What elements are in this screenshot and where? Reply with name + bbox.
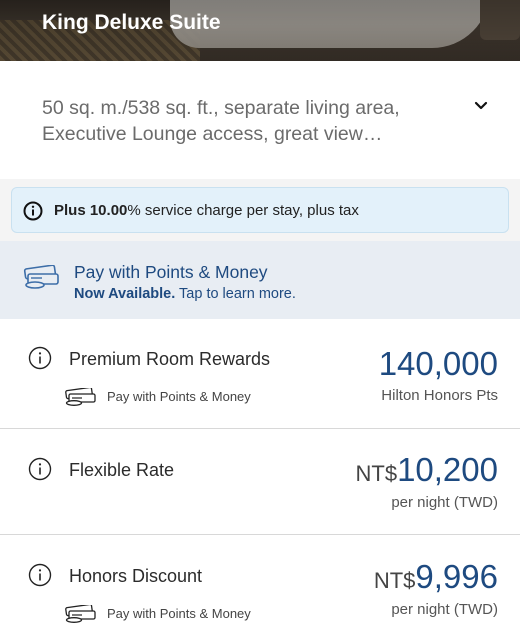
currency-prefix: NT$ bbox=[373, 568, 416, 593]
room-title: King Deluxe Suite bbox=[42, 11, 221, 34]
rate-name: Honors Discount bbox=[69, 566, 203, 586]
points-money-banner[interactable]: Pay with Points & Money Now Available. T… bbox=[0, 241, 520, 319]
info-icon[interactable] bbox=[28, 563, 52, 587]
service-charge-text: Plus 10.00% service charge per stay, plu… bbox=[54, 202, 359, 219]
info-icon[interactable] bbox=[28, 457, 52, 481]
rate-price: NT$9,996 bbox=[374, 558, 498, 596]
rate-row-flexible-rate[interactable]: Flexible Rate NT$10,200 per night (TWD) bbox=[0, 429, 520, 535]
rate-amount: 9,996 bbox=[415, 558, 498, 595]
info-icon bbox=[23, 201, 43, 221]
pay-points-money-label: Pay with Points & Money bbox=[107, 606, 251, 621]
points-money-subtitle: Now Available. Tap to learn more. bbox=[74, 286, 296, 302]
points-money-title: Pay with Points & Money bbox=[74, 262, 268, 282]
rate-amount: 10,200 bbox=[397, 451, 498, 488]
room-description: 50 sq. m./538 sq. ft., separate living a… bbox=[42, 97, 400, 145]
points-money-icon bbox=[23, 265, 59, 289]
rate-subtext: per night (TWD) bbox=[391, 494, 498, 511]
rate-subtext: per night (TWD) bbox=[391, 601, 498, 618]
rate-name: Flexible Rate bbox=[69, 460, 175, 480]
points-money-icon bbox=[65, 605, 96, 623]
rate-price: NT$10,200 bbox=[356, 451, 499, 489]
chevron-down-icon[interactable] bbox=[473, 98, 489, 114]
rate-amount: 140,000 bbox=[378, 345, 498, 382]
rate-price: 140,000 bbox=[379, 345, 498, 383]
room-description-section[interactable]: 50 sq. m./538 sq. ft., separate living a… bbox=[0, 61, 520, 179]
info-icon[interactable] bbox=[28, 346, 52, 370]
points-money-icon bbox=[65, 388, 96, 406]
pay-points-money-label: Pay with Points & Money bbox=[107, 389, 251, 404]
rate-row-honors-discount[interactable]: Honors Discount Pay with Points & Money … bbox=[0, 535, 520, 640]
service-charge-notice: Plus 10.00% service charge per stay, plu… bbox=[11, 187, 509, 233]
rate-row-premium-room-rewards[interactable]: Premium Room Rewards Pay with Points & M… bbox=[0, 319, 520, 429]
rate-name: Premium Room Rewards bbox=[69, 349, 271, 369]
room-hero-image: King Deluxe Suite bbox=[0, 0, 520, 61]
currency-prefix: NT$ bbox=[355, 461, 398, 486]
rate-subtext: Hilton Honors Pts bbox=[381, 387, 498, 404]
